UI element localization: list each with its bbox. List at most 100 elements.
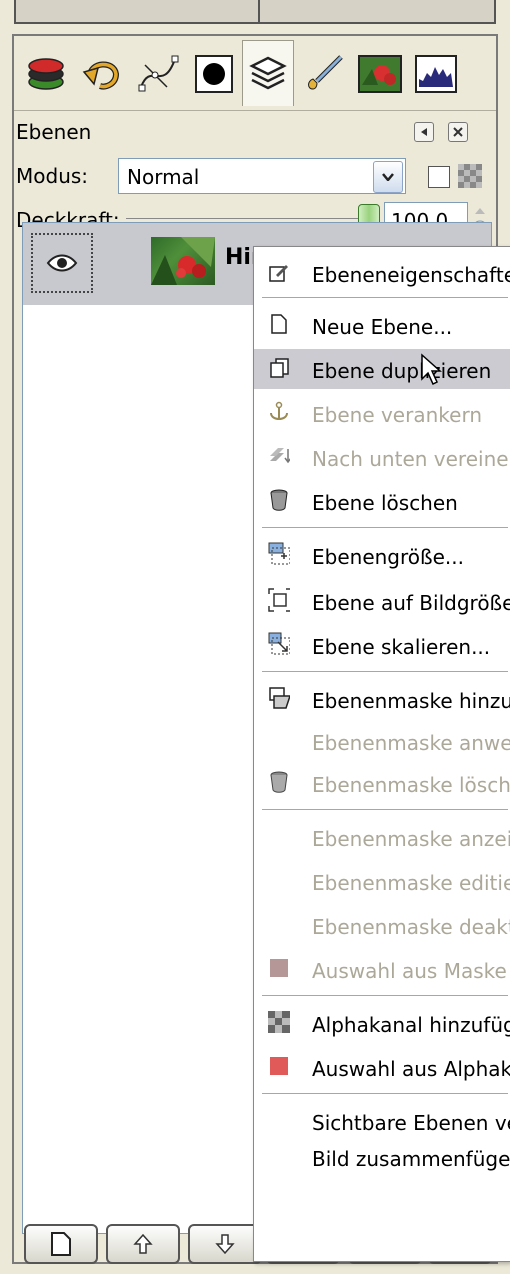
menu-item-flatten-image[interactable]: Bild zusammenfügen xyxy=(254,1137,510,1177)
close-dock-button[interactable] xyxy=(448,122,468,142)
transparency-lock-icon xyxy=(458,164,482,188)
keep-transparency-checkbox[interactable] xyxy=(428,166,450,188)
menu-item-merge-visible-layers[interactable]: Sichtbare Ebenen ver xyxy=(254,1101,510,1141)
tab-menu-button[interactable] xyxy=(414,122,434,142)
menu-separator xyxy=(262,671,508,672)
layer-to-image-size-icon xyxy=(268,588,290,612)
menu-item-label: Ebenengröße... xyxy=(312,545,464,569)
arrow-down-icon xyxy=(215,1234,235,1255)
menu-item-label: Auswahl aus Maske xyxy=(312,959,507,983)
image-icon xyxy=(358,55,402,93)
menu-item-label: Ebenenmaske anwend xyxy=(312,731,510,755)
panel-title: Ebenen xyxy=(16,120,92,144)
menu-item-duplicate-layer[interactable]: Ebene duplizieren xyxy=(254,349,510,389)
tab-brushes[interactable] xyxy=(298,48,350,100)
channels-icon xyxy=(195,55,233,93)
delete-mask-icon xyxy=(268,771,290,793)
mode-label: Modus: xyxy=(16,164,89,188)
new-layer-button[interactable] xyxy=(24,1224,98,1264)
anchor-icon xyxy=(268,401,290,423)
menu-item-selection-from-mask[interactable]: Auswahl aus Maske xyxy=(254,949,510,989)
duplicate-icon xyxy=(268,357,290,379)
layer-context-menu: Ebeneneigenschaften Neue Ebene... Ebene … xyxy=(253,246,510,1262)
menu-item-label: Ebene verankern xyxy=(312,403,482,427)
menu-item-disable-layer-mask[interactable]: Ebenenmaske deaktiv xyxy=(254,905,510,945)
menu-item-label: Ebenenmaske editiere xyxy=(312,871,510,895)
tab-channels[interactable] xyxy=(188,48,240,100)
tab-layers[interactable] xyxy=(242,40,294,106)
tab-undo-history[interactable] xyxy=(76,48,128,100)
menu-item-layer-properties[interactable]: Ebeneneigenschaften xyxy=(254,253,510,293)
arrow-up-icon xyxy=(133,1233,153,1254)
top-frame-divider xyxy=(258,0,260,22)
menu-item-label: Ebene duplizieren xyxy=(312,359,492,383)
menu-item-layer-to-image-size[interactable]: Ebene auf Bildgröße xyxy=(254,581,510,621)
tab-layers-stack[interactable] xyxy=(20,48,72,100)
menu-item-label: Auswahl aus Alphakar xyxy=(312,1057,510,1081)
add-mask-icon xyxy=(268,687,290,709)
menu-separator xyxy=(262,297,508,298)
menu-item-label: Ebene skalieren... xyxy=(312,635,491,659)
mode-dropdown-button[interactable] xyxy=(373,161,403,193)
new-layer-icon xyxy=(51,1232,71,1256)
menu-item-layer-size[interactable]: Ebenengröße... xyxy=(254,535,510,575)
menu-item-label: Sichtbare Ebenen ver xyxy=(312,1111,510,1135)
menu-item-show-layer-mask[interactable]: Ebenenmaske anzeige xyxy=(254,817,510,857)
undo-history-icon xyxy=(82,61,120,90)
menu-item-anchor-layer[interactable]: Ebene verankern xyxy=(254,393,510,433)
tab-paths[interactable] xyxy=(132,48,184,100)
menu-item-label: Ebene auf Bildgröße xyxy=(312,591,510,615)
menu-item-selection-from-alpha[interactable]: Auswahl aus Alphakar xyxy=(254,1047,510,1087)
menu-item-label: Neue Ebene... xyxy=(312,315,453,339)
menu-item-label: Ebeneneigenschaften xyxy=(312,263,510,287)
alpha-channel-icon xyxy=(268,1011,290,1033)
mode-value: Normal xyxy=(127,165,200,189)
eye-icon xyxy=(46,254,78,272)
layers-stack-icon xyxy=(28,58,64,90)
tab-histogram[interactable] xyxy=(410,48,462,100)
menu-item-edit-layer-mask[interactable]: Ebenenmaske editiere xyxy=(254,861,510,901)
menu-item-label: Alphakanal hinzufüger xyxy=(312,1013,510,1037)
flower-thumbnail-icon xyxy=(151,237,215,285)
lower-layer-button[interactable] xyxy=(188,1224,262,1264)
layers-icon xyxy=(249,56,287,89)
menu-item-label: Bild zusammenfügen xyxy=(312,1147,510,1171)
triangle-left-icon xyxy=(421,128,427,136)
menu-separator xyxy=(262,1093,508,1094)
menu-separator xyxy=(262,809,508,810)
menu-item-merge-down[interactable]: Nach unten vereinen xyxy=(254,437,510,477)
raise-layer-button[interactable] xyxy=(106,1224,180,1264)
mouse-cursor-icon xyxy=(421,353,442,386)
layer-size-icon xyxy=(268,542,290,565)
chevron-down-icon xyxy=(382,173,394,181)
alpha-selection-icon xyxy=(268,1055,290,1077)
menu-item-new-layer[interactable]: Neue Ebene... xyxy=(254,305,510,345)
visibility-toggle[interactable] xyxy=(31,233,93,293)
menu-item-add-alpha-channel[interactable]: Alphakanal hinzufüger xyxy=(254,1003,510,1043)
close-icon xyxy=(453,127,463,137)
mask-selection-icon xyxy=(268,957,290,979)
menu-item-label: Ebenenmaske anzeige xyxy=(312,827,510,851)
mode-select[interactable]: Normal xyxy=(118,158,406,194)
menu-item-add-layer-mask[interactable]: Ebenenmaske hinzufü xyxy=(254,679,510,719)
menu-separator xyxy=(262,527,508,528)
menu-separator xyxy=(262,995,508,996)
tab-image[interactable] xyxy=(354,48,406,100)
menu-item-label: Ebenenmaske hinzufü xyxy=(312,689,510,713)
histogram-icon xyxy=(415,55,457,93)
menu-item-delete-layer-mask[interactable]: Ebenenmaske löschen xyxy=(254,763,510,803)
new-layer-icon xyxy=(268,313,290,335)
delete-icon xyxy=(268,489,290,511)
menu-item-label: Ebenenmaske löschen xyxy=(312,773,510,797)
menu-item-scale-layer[interactable]: Ebene skalieren... xyxy=(254,625,510,665)
merge-down-icon xyxy=(268,445,290,467)
menu-item-delete-layer[interactable]: Ebene löschen xyxy=(254,481,510,521)
scale-layer-icon xyxy=(268,632,290,655)
paths-icon xyxy=(138,55,179,92)
menu-item-label: Nach unten vereinen xyxy=(312,447,510,471)
top-frame-bar xyxy=(14,0,496,24)
menu-item-label: Ebenenmaske deaktiv xyxy=(312,915,510,939)
brush-icon xyxy=(308,55,343,90)
layer-thumbnail xyxy=(151,237,215,285)
menu-item-apply-layer-mask[interactable]: Ebenenmaske anwend xyxy=(254,721,510,761)
